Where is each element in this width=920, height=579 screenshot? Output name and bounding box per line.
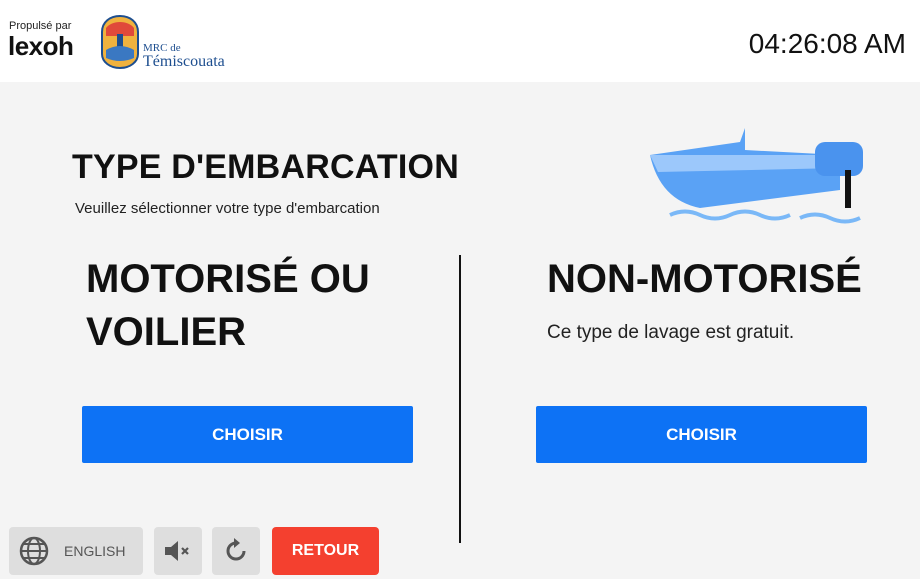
option-description: Ce type de lavage est gratuit. bbox=[547, 322, 795, 343]
option-title: NON-MOTORISÉ bbox=[547, 257, 862, 301]
page-subtitle: Veuillez sélectionner votre type d'embar… bbox=[75, 200, 380, 217]
option-motorized: MOTORISÉ OU VOILIER bbox=[86, 253, 416, 359]
choose-non-motorized-button[interactable]: CHOISIR bbox=[536, 406, 867, 463]
language-button[interactable]: ENGLISH bbox=[9, 527, 143, 575]
language-label: ENGLISH bbox=[64, 543, 126, 559]
lexoh-logo: lexoh bbox=[8, 31, 74, 61]
mrc-crest-icon bbox=[101, 14, 139, 70]
choose-motorized-button[interactable]: CHOISIR bbox=[82, 406, 413, 463]
mute-button[interactable] bbox=[154, 527, 202, 575]
page-title: TYPE D'EMBARCATION bbox=[72, 148, 459, 186]
globe-icon bbox=[19, 536, 49, 566]
speaker-muted-icon bbox=[165, 541, 189, 561]
option-title: VOILIER bbox=[86, 310, 247, 354]
reset-button[interactable] bbox=[212, 527, 260, 575]
org-name: Témiscouata bbox=[143, 53, 225, 70]
back-button[interactable]: RETOUR bbox=[272, 527, 379, 575]
clock: 04:26:08 AM bbox=[748, 28, 906, 59]
option-non-motorized: NON-MOTORISÉ bbox=[547, 253, 907, 306]
refresh-icon bbox=[226, 538, 246, 561]
boat-icon bbox=[650, 128, 863, 224]
header: Propulsé par lexoh MRC de Témiscouata 04… bbox=[0, 0, 920, 82]
divider bbox=[459, 255, 461, 543]
option-title: MOTORISÉ OU bbox=[86, 257, 370, 301]
